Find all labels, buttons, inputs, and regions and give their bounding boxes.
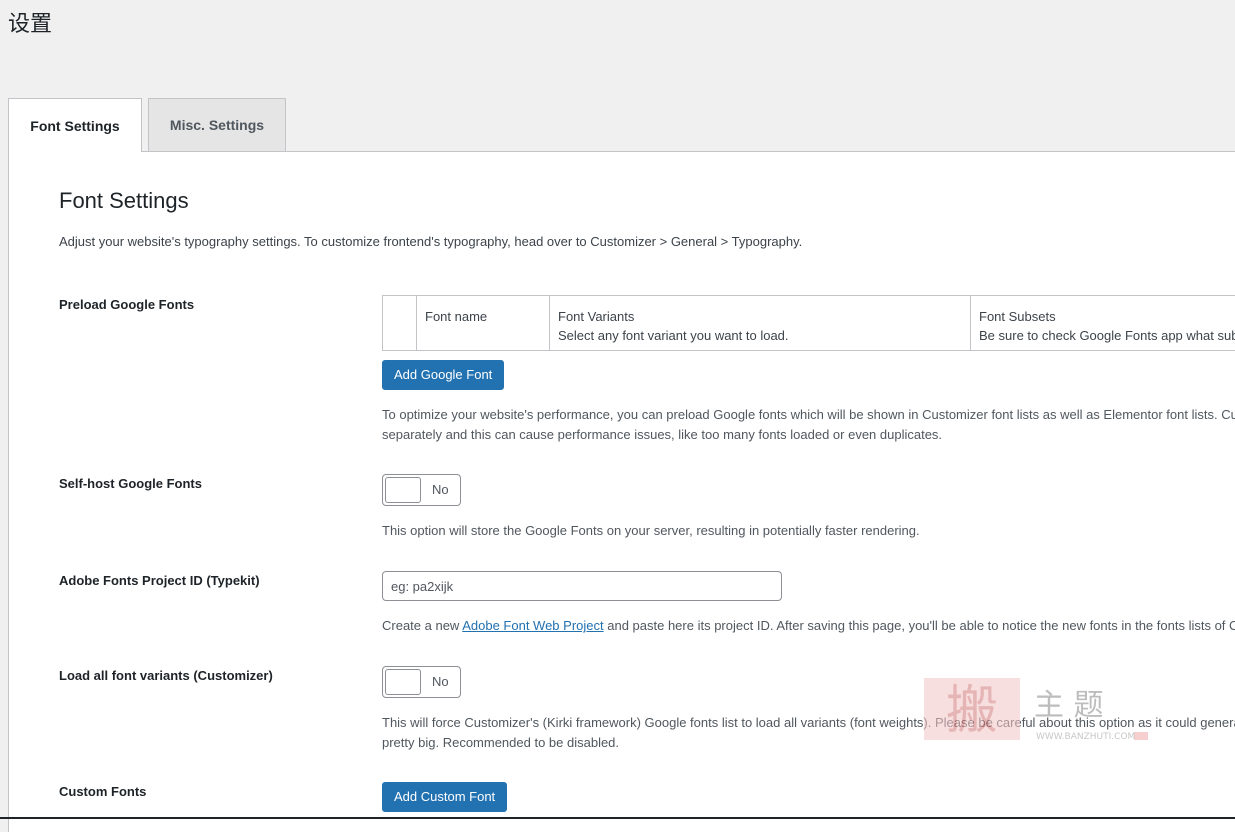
table-handle-column [383, 296, 417, 350]
font-subsets-subheader: Be sure to check Google Fonts app what s… [979, 328, 1235, 343]
google-fonts-table: Font name Font Variants Select any font … [382, 295, 1235, 351]
adobe-desc-pre: Create a new [382, 618, 463, 633]
section-description: Adjust your website's typography setting… [59, 234, 803, 249]
adobe-font-web-project-link[interactable]: Adobe Font Web Project [462, 618, 603, 633]
svg-text:搬: 搬 [946, 681, 998, 741]
watermark-logo: 搬 主 题 WWW.BANZHUTI.COM [922, 676, 1152, 746]
adobe-project-id-input[interactable] [382, 571, 782, 601]
tab-misc-settings[interactable]: Misc. Settings [148, 98, 286, 151]
preload-google-fonts-label: Preload Google Fonts [59, 297, 195, 312]
table-header-font-variants: Font Variants Select any font variant yo… [550, 296, 971, 350]
load-all-variants-toggle[interactable]: No [382, 666, 461, 698]
font-subsets-header: Font Subsets [979, 309, 1056, 324]
preload-description-line2: separately and this can cause performanc… [382, 427, 943, 442]
load-all-font-variants-label: Load all font variants (Customizer) [59, 668, 273, 683]
preload-description-line1: To optimize your website's performance, … [382, 407, 1235, 422]
section-title: Font Settings [59, 188, 189, 213]
toggle-knob [385, 669, 421, 695]
toggle-knob [385, 477, 421, 503]
add-google-font-button[interactable]: Add Google Font [382, 360, 505, 390]
page-title: 设置 [8, 12, 53, 37]
custom-fonts-label: Custom Fonts [59, 784, 147, 799]
toggle-state-text: No [432, 482, 449, 497]
adobe-description: Create a new Adobe Font Web Project and … [382, 616, 1235, 636]
table-header-font-name: Font name [417, 296, 550, 350]
self-host-toggle[interactable]: No [382, 474, 461, 506]
watermark-text: 主 题 [1034, 688, 1104, 723]
self-host-description: This option will store the Google Fonts … [382, 523, 920, 538]
table-header-font-subsets: Font Subsets Be sure to check Google Fon… [971, 296, 1235, 350]
self-host-google-fonts-label: Self-host Google Fonts [59, 476, 202, 491]
watermark-url: WWW.BANZHUTI.COM [1036, 732, 1136, 742]
adobe-fonts-project-id-label: Adobe Fonts Project ID (Typekit) [59, 573, 260, 588]
tab-font-settings[interactable]: Font Settings [8, 98, 142, 152]
toggle-state-text: No [432, 674, 449, 689]
font-variants-subheader: Select any font variant you want to load… [558, 328, 789, 343]
add-custom-font-button[interactable]: Add Custom Font [382, 782, 508, 812]
variants-description-line2: pretty big. Recommended to be disabled. [382, 735, 620, 750]
adobe-desc-post: and paste here its project ID. After sav… [603, 618, 1235, 633]
font-name-header: Font name [425, 309, 488, 324]
font-variants-header: Font Variants [558, 309, 635, 324]
